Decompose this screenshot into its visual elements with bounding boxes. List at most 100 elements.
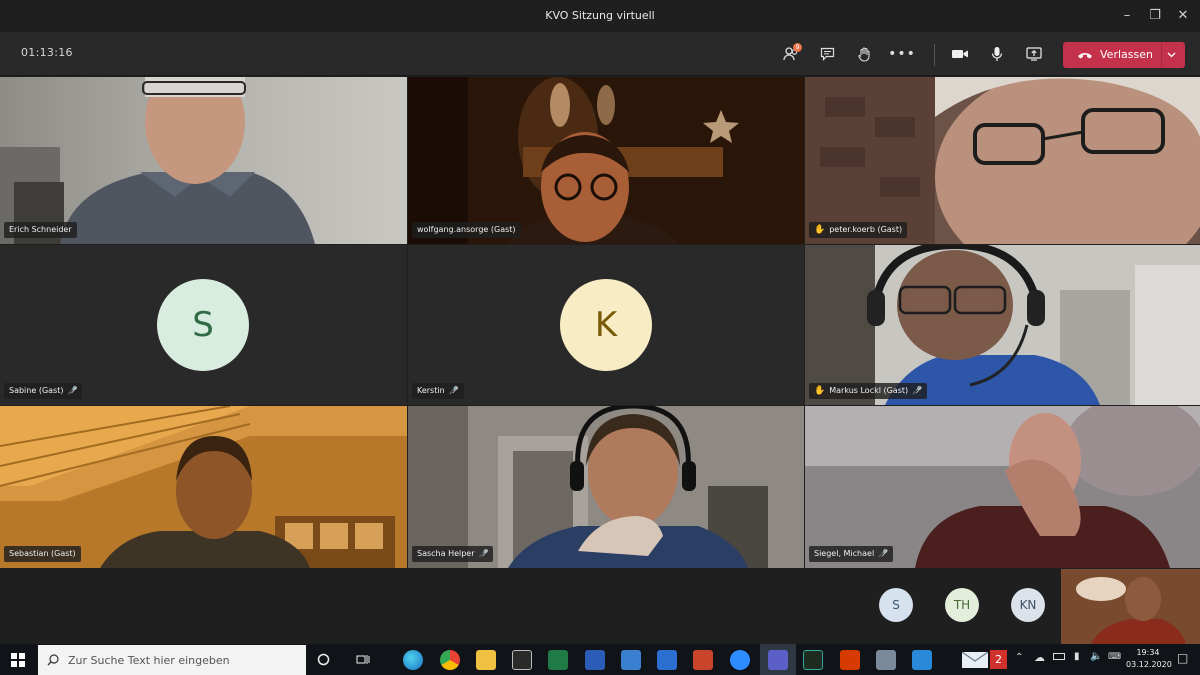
- participant-video: [805, 77, 1200, 244]
- teams-meeting-window: KVO Sitzung virtuell – ❐ ✕ 01:13:16 9 ••…: [0, 0, 1200, 675]
- network-icon[interactable]: ▮: [1074, 651, 1080, 662]
- chat-button[interactable]: [813, 40, 841, 68]
- file-explorer-icon[interactable]: [476, 650, 496, 670]
- participant-video: [805, 245, 1200, 405]
- roster-avatar[interactable]: TH: [945, 588, 979, 622]
- volume-icon[interactable]: 🔈: [1090, 651, 1102, 662]
- microphone-icon: [991, 47, 1003, 61]
- app-icon[interactable]: [912, 650, 932, 670]
- leave-button-label: Verlassen: [1100, 48, 1153, 61]
- participant-avatar: S: [157, 279, 249, 371]
- excel-icon[interactable]: [548, 650, 568, 670]
- mic-muted-icon: 🎤̸: [478, 549, 489, 558]
- calculator-icon[interactable]: [876, 650, 896, 670]
- participant-video: [0, 77, 407, 244]
- chrome-icon[interactable]: [440, 650, 460, 670]
- chat-icon: [820, 47, 834, 61]
- participant-name-label: ✋ peter.koerb (Gast): [809, 222, 908, 238]
- participant-name-label: Erich Schneider: [4, 222, 77, 238]
- camera-button[interactable]: [946, 40, 974, 68]
- mic-muted-icon: 🎤̸: [448, 386, 459, 395]
- ellipsis-icon: •••: [888, 46, 916, 62]
- mic-muted-icon: 🎤̸: [912, 386, 923, 395]
- participant-video: [0, 406, 407, 568]
- battery-icon[interactable]: [1053, 653, 1065, 660]
- leave-button[interactable]: Verlassen: [1063, 42, 1185, 68]
- roster-avatar[interactable]: S: [879, 588, 913, 622]
- mic-muted-icon: 🎤̸: [878, 549, 889, 558]
- participant-video: [408, 406, 804, 568]
- participant-avatar: K: [560, 279, 652, 371]
- search-icon: [47, 654, 59, 666]
- share-screen-button[interactable]: [1020, 40, 1048, 68]
- participant-name-label: wolfgang.ansorge (Gast): [412, 222, 521, 238]
- self-view-video[interactable]: [1061, 569, 1200, 644]
- phone-hangup-icon: [1078, 53, 1092, 59]
- leave-divider: [1161, 42, 1162, 68]
- notifications-icon[interactable]: □: [1177, 651, 1188, 665]
- cloud-icon[interactable]: ☁: [1034, 651, 1045, 664]
- camera-icon: [952, 50, 968, 58]
- raised-hand-icon: ✋: [814, 225, 826, 235]
- window-title: KVO Sitzung virtuell: [545, 9, 655, 22]
- participant-video: [805, 406, 1200, 568]
- overflow-roster: S TH KN: [0, 568, 1200, 644]
- meeting-timer: 01:13:16: [21, 46, 73, 59]
- microphone-button[interactable]: [983, 40, 1011, 68]
- zoom-icon[interactable]: [730, 650, 750, 670]
- mail-badge: 2: [990, 650, 1007, 669]
- participant-video-tile[interactable]: Erich Schneider: [0, 77, 407, 244]
- participant-video-tile[interactable]: ✋ Markus Lockl (Gast) 🎤̸: [805, 245, 1200, 405]
- meeting-toolbar: 01:13:16 9 ••• Verlassen: [0, 32, 1200, 76]
- toolbar-divider: [934, 44, 935, 66]
- participant-name-label: ✋ Markus Lockl (Gast) 🎤̸: [809, 383, 928, 399]
- share-screen-icon: [1026, 47, 1042, 61]
- raised-hand-icon: ✋: [814, 386, 826, 396]
- task-view-icon[interactable]: [356, 653, 370, 666]
- participant-avatar-tile[interactable]: S Sabine (Gast) 🎤̸: [0, 245, 407, 405]
- hand-icon: [857, 46, 870, 62]
- participant-name-label: Kerstin 🎤̸: [412, 383, 464, 399]
- photos-icon[interactable]: [657, 650, 677, 670]
- clock-time: 19:34: [1136, 648, 1160, 657]
- participant-video-tile[interactable]: Sascha Helper 🎤̸: [408, 406, 804, 568]
- cortana-icon[interactable]: [317, 653, 330, 666]
- chevron-down-icon[interactable]: [1167, 49, 1176, 62]
- system-clock[interactable]: 19:34 03.12.2020: [1126, 647, 1172, 671]
- participant-name-label: Sascha Helper 🎤̸: [412, 546, 494, 562]
- participant-video: [408, 77, 804, 244]
- raise-hand-button[interactable]: [850, 40, 878, 68]
- office-icon[interactable]: [840, 650, 860, 670]
- active-taskbar-item[interactable]: [760, 644, 796, 675]
- chevron-up-icon[interactable]: ⌃: [1015, 652, 1023, 663]
- edge-icon[interactable]: [403, 650, 423, 670]
- participant-name-label: Sabine (Gast) 🎤̸: [4, 383, 83, 399]
- taskbar-search[interactable]: Zur Suche Text hier eingeben: [38, 645, 306, 675]
- windows-start-icon[interactable]: [11, 653, 25, 667]
- participant-name-label: Sebastian (Gast): [4, 546, 81, 562]
- windows-taskbar: Zur Suche Text hier eingeben 2 ⌃ ☁ ▮ 🔈 ⌨…: [0, 644, 1200, 675]
- keyboard-icon[interactable]: ⌨: [1108, 652, 1121, 662]
- app-icon[interactable]: [803, 650, 823, 670]
- self-video: [1061, 569, 1200, 644]
- app-icon[interactable]: [621, 650, 641, 670]
- participants-badge: 9: [793, 43, 802, 52]
- mic-muted-icon: 🎤̸: [67, 386, 78, 395]
- participant-video-tile[interactable]: ✋ peter.koerb (Gast): [805, 77, 1200, 244]
- powerpoint-icon[interactable]: [693, 650, 713, 670]
- close-button[interactable]: ✕: [1166, 0, 1200, 32]
- participants-button[interactable]: 9: [777, 40, 805, 68]
- mail-icon[interactable]: [962, 652, 988, 668]
- teams-icon[interactable]: [768, 650, 788, 670]
- more-actions-button[interactable]: •••: [888, 40, 916, 68]
- search-placeholder: Zur Suche Text hier eingeben: [68, 654, 230, 667]
- participant-avatar-tile[interactable]: K Kerstin 🎤̸: [408, 245, 804, 405]
- participant-name-label: Siegel, Michael 🎤̸: [809, 546, 894, 562]
- word-icon[interactable]: [585, 650, 605, 670]
- participant-video-tile[interactable]: Siegel, Michael 🎤̸: [805, 406, 1200, 568]
- roster-avatar[interactable]: KN: [1011, 588, 1045, 622]
- store-icon[interactable]: [512, 650, 532, 670]
- title-bar: KVO Sitzung virtuell – ❐ ✕: [0, 0, 1200, 32]
- participant-video-tile[interactable]: Sebastian (Gast): [0, 406, 407, 568]
- participant-video-tile[interactable]: wolfgang.ansorge (Gast): [408, 77, 804, 244]
